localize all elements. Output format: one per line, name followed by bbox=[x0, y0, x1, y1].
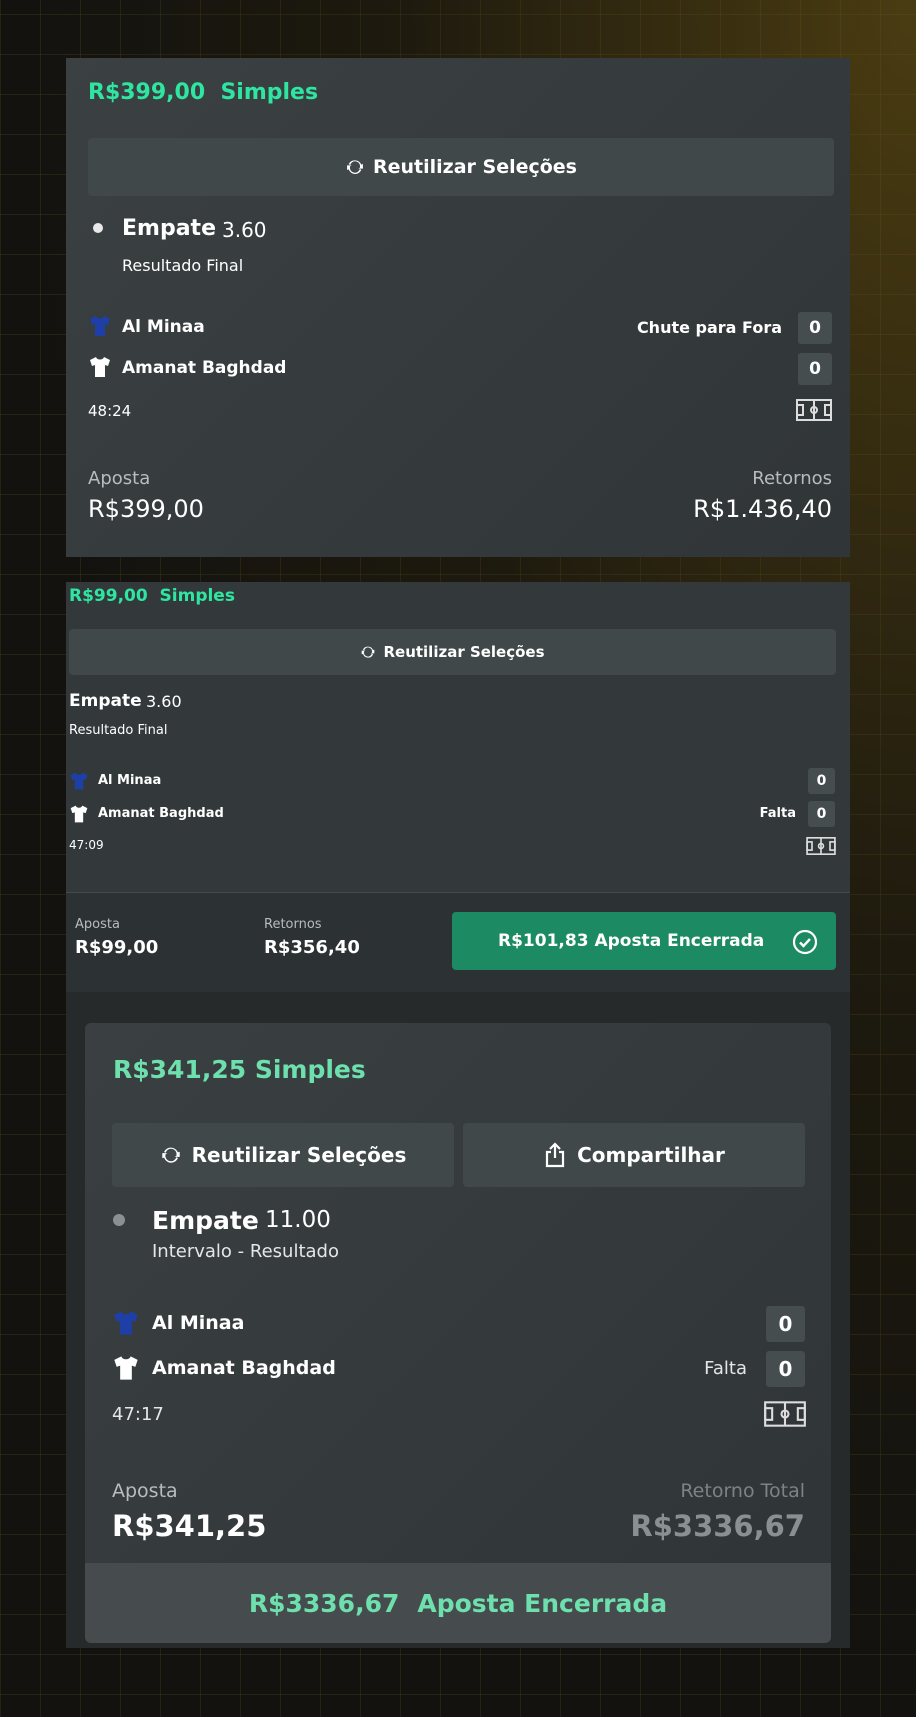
bet-card-3-frame: R$341,25 Simples Reutilizar Seleções Com… bbox=[66, 992, 850, 1648]
stake-value: R$99,00 bbox=[75, 937, 159, 958]
reuse-selections-label: Reutilizar Seleções bbox=[191, 1143, 407, 1167]
refresh-icon bbox=[360, 644, 376, 660]
market-name: Resultado Final bbox=[122, 256, 244, 275]
bet-footer: Aposta R$99,00 Retornos R$356,40 R$101,8… bbox=[66, 892, 850, 993]
stake-value: R$399,00 bbox=[88, 495, 204, 523]
team-2-score: 0 bbox=[766, 1351, 805, 1387]
reuse-selections-label: Reutilizar Seleções bbox=[372, 156, 577, 178]
returns-value: R$1.436,40 bbox=[693, 495, 832, 523]
reuse-selections-button[interactable]: Reutilizar Seleções bbox=[88, 138, 834, 196]
pitch-icon[interactable] bbox=[796, 399, 832, 421]
team-1-name: Al Minaa bbox=[152, 1312, 245, 1334]
returns-label: Retornos bbox=[752, 468, 832, 489]
stake-label: Aposta bbox=[88, 468, 151, 489]
bet-card-1: R$399,00 Simples Reutilizar Seleções Emp… bbox=[66, 58, 850, 557]
team-1-score: 0 bbox=[766, 1306, 805, 1342]
pitch-icon[interactable] bbox=[764, 1401, 806, 1427]
shirt-icon bbox=[69, 804, 89, 824]
cashout-button[interactable]: R$101,83 Aposta Encerrada bbox=[452, 912, 836, 970]
bet-card-2: R$99,00 Simples Reutilizar Seleções Empa… bbox=[66, 582, 850, 993]
shirt-icon bbox=[69, 771, 89, 791]
event-label: Falta bbox=[759, 806, 796, 821]
reuse-selections-label: Reutilizar Seleções bbox=[383, 643, 545, 661]
returns-value: R$3336,67 bbox=[630, 1509, 805, 1543]
refresh-icon bbox=[160, 1144, 182, 1166]
selection-odds: 3.60 bbox=[146, 692, 182, 711]
cashout-banner: R$3336,67 Aposta Encerrada bbox=[85, 1563, 831, 1643]
bet-header: R$341,25 Simples bbox=[113, 1055, 366, 1084]
share-icon bbox=[543, 1142, 567, 1168]
stake-label: Aposta bbox=[112, 1480, 178, 1502]
reuse-selections-button[interactable]: Reutilizar Seleções bbox=[69, 629, 836, 675]
returns-label: Retorno Total bbox=[680, 1480, 805, 1502]
selection-name: Empate bbox=[69, 691, 142, 711]
page-root: { "bet1": { "header": "R$399,00 Simples"… bbox=[0, 0, 916, 1717]
share-button[interactable]: Compartilhar bbox=[463, 1123, 805, 1187]
selection-name: Empate bbox=[152, 1206, 259, 1235]
selection-odds: 3.60 bbox=[222, 218, 267, 242]
cashout-amount: R$3336,67 bbox=[248, 1588, 400, 1618]
match-time: 48:24 bbox=[88, 402, 132, 420]
team-2-name: Amanat Baghdad bbox=[152, 1357, 336, 1379]
bullet-icon bbox=[93, 223, 103, 233]
bet-card-3: R$341,25 Simples Reutilizar Seleções Com… bbox=[85, 1023, 831, 1643]
selection-odds: 11.00 bbox=[265, 1207, 331, 1233]
refresh-icon bbox=[345, 157, 365, 177]
team-2-name: Amanat Baghdad bbox=[122, 358, 287, 378]
cashout-label: R$101,83 Aposta Encerrada bbox=[498, 931, 765, 951]
returns-value: R$356,40 bbox=[264, 937, 360, 958]
bet-header: R$399,00 Simples bbox=[88, 80, 319, 105]
shirt-icon bbox=[88, 355, 112, 379]
team-1-name: Al Minaa bbox=[98, 773, 162, 788]
bullet-icon bbox=[113, 1214, 125, 1226]
team-2-score: 0 bbox=[798, 353, 832, 385]
market-name: Resultado Final bbox=[69, 723, 168, 738]
stake-label: Aposta bbox=[75, 917, 120, 932]
team-1-score: 0 bbox=[808, 768, 835, 794]
market-name: Intervalo - Resultado bbox=[152, 1241, 339, 1262]
stake-value: R$341,25 bbox=[112, 1509, 267, 1543]
bet-header: R$99,00 Simples bbox=[69, 586, 235, 606]
team-2-name: Amanat Baghdad bbox=[98, 806, 224, 821]
reuse-selections-button[interactable]: Reutilizar Seleções bbox=[112, 1123, 454, 1187]
event-label: Chute para Fora bbox=[636, 318, 782, 337]
match-time: 47:17 bbox=[112, 1404, 164, 1425]
share-label: Compartilhar bbox=[577, 1143, 725, 1167]
returns-label: Retornos bbox=[264, 917, 322, 932]
shirt-icon bbox=[88, 314, 112, 338]
selection-name: Empate bbox=[122, 216, 216, 241]
shirt-icon bbox=[112, 1309, 140, 1337]
cashout-text: Aposta Encerrada bbox=[417, 1588, 668, 1618]
match-time: 47:09 bbox=[69, 838, 104, 852]
team-1-name: Al Minaa bbox=[122, 317, 205, 337]
team-1-score: 0 bbox=[798, 312, 832, 344]
check-circle-icon bbox=[792, 929, 818, 955]
shirt-icon bbox=[112, 1354, 140, 1382]
event-label: Falta bbox=[704, 1358, 747, 1379]
team-2-score: 0 bbox=[808, 801, 835, 827]
pitch-icon[interactable] bbox=[806, 837, 836, 855]
